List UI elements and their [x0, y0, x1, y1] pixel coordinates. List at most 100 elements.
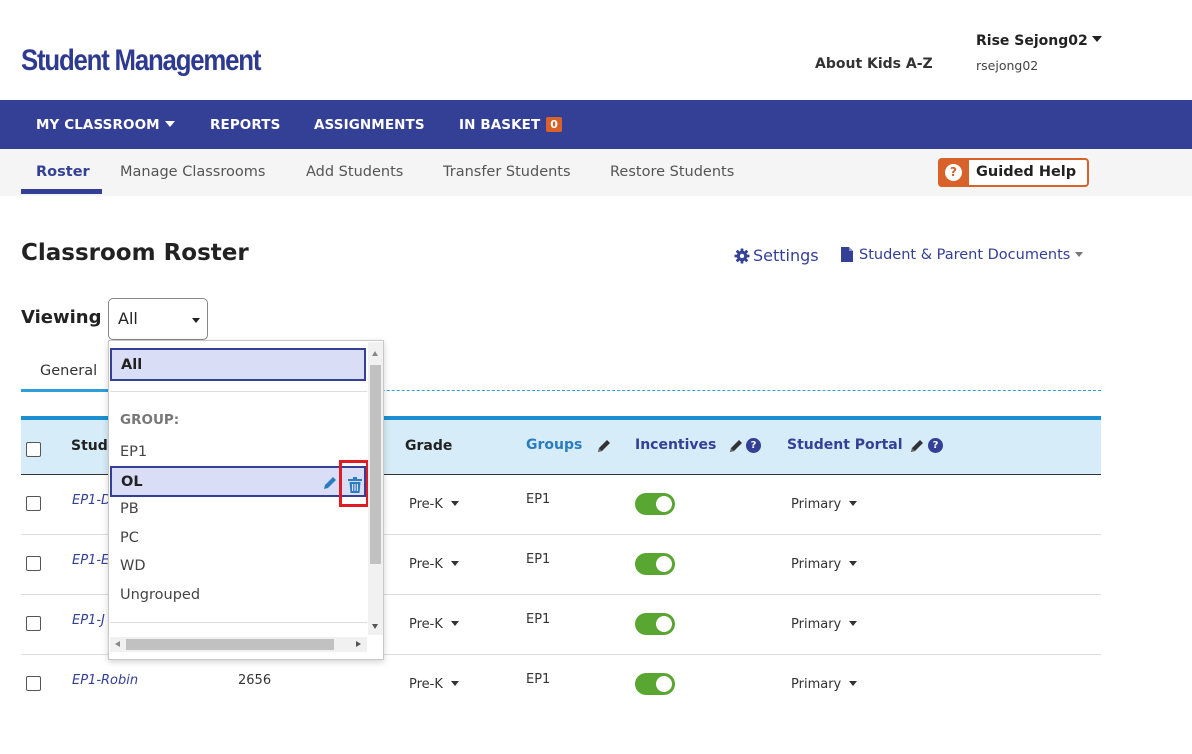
app-title: Student Management: [21, 44, 261, 77]
option-pb[interactable]: PB: [109, 496, 367, 523]
vertical-scrollbar[interactable]: [368, 342, 383, 635]
header-grade[interactable]: Grade: [405, 438, 452, 454]
caret-down-icon: [1091, 36, 1102, 42]
about-link[interactable]: About Kids A-Z: [815, 56, 933, 72]
row-checkbox[interactable]: [26, 676, 41, 691]
student-groups: EP1: [526, 672, 551, 687]
incentives-toggle[interactable]: [635, 553, 675, 575]
option-all[interactable]: All: [110, 348, 366, 381]
question-icon[interactable]: ?: [746, 438, 761, 453]
viewing-dropdown-list: All GROUP: EP1 OL PB PC WD Ungrouped: [108, 340, 384, 660]
portal-select[interactable]: Primary: [791, 497, 858, 512]
divider: [110, 622, 367, 623]
student-groups: EP1: [526, 612, 551, 627]
student-password: 2656: [238, 673, 272, 688]
incentives-toggle[interactable]: [635, 493, 675, 515]
page-title: Classroom Roster: [21, 240, 249, 266]
caret-down-icon: [164, 121, 175, 127]
question-icon: ?: [938, 158, 969, 187]
student-name[interactable]: EP1-J: [72, 613, 105, 628]
select-all-checkbox[interactable]: [26, 442, 41, 457]
student-name[interactable]: EP1-D: [72, 493, 111, 508]
question-icon[interactable]: ?: [928, 438, 943, 453]
in-basket-count-badge: 0: [546, 117, 563, 132]
option-wd[interactable]: WD: [109, 553, 367, 580]
nav-reports[interactable]: REPORTS: [210, 117, 280, 133]
scroll-thumb[interactable]: [126, 639, 334, 650]
tab-manage-classrooms[interactable]: Manage Classrooms: [120, 164, 265, 180]
trash-icon[interactable]: [348, 477, 362, 493]
caret-down-icon: [450, 621, 459, 626]
guided-help-button[interactable]: ? Guided Help: [938, 158, 1089, 187]
portal-select[interactable]: Primary: [791, 557, 858, 572]
user-menu[interactable]: Rise Sejong02: [976, 33, 1102, 49]
horizontal-scrollbar[interactable]: [110, 637, 367, 652]
tab-transfer-students[interactable]: Transfer Students: [443, 164, 571, 180]
nav-label: IN BASKET: [459, 117, 541, 133]
pencil-icon[interactable]: [322, 475, 338, 491]
portal-select[interactable]: Primary: [791, 677, 858, 692]
caret-down-icon: [849, 501, 858, 506]
option-ol[interactable]: OL: [110, 460, 369, 507]
tab-general-label: General: [40, 363, 98, 379]
caret-down-icon: [1075, 252, 1084, 257]
scroll-thumb[interactable]: [370, 365, 381, 564]
caret-down-icon: [849, 621, 858, 626]
document-icon: [841, 247, 853, 262]
student-name[interactable]: EP1-Robin: [72, 673, 138, 688]
portal-select[interactable]: Primary: [791, 617, 858, 632]
pencil-icon[interactable]: [596, 438, 612, 454]
nav-label: MY CLASSROOM: [36, 117, 160, 133]
pencil-icon[interactable]: [728, 438, 744, 454]
nav-my-classroom[interactable]: MY CLASSROOM: [36, 117, 175, 133]
caret-down-icon: [849, 561, 858, 566]
scroll-down-icon[interactable]: [372, 624, 378, 629]
grade-select[interactable]: Pre-K: [409, 677, 459, 692]
caret-down-icon: [450, 681, 459, 686]
tab-general[interactable]: General: [21, 362, 108, 392]
caret-down-icon: [192, 318, 200, 323]
header-incentives[interactable]: Incentives: [635, 437, 716, 453]
option-label: OL: [121, 474, 143, 490]
option-pc[interactable]: PC: [109, 525, 367, 552]
tab-add-students[interactable]: Add Students: [306, 164, 403, 180]
incentives-toggle[interactable]: [635, 673, 675, 695]
nav-in-basket[interactable]: IN BASKET 0: [459, 117, 563, 133]
option-ep1[interactable]: EP1: [109, 439, 367, 466]
viewing-select[interactable]: All: [108, 298, 208, 340]
divider: [110, 391, 367, 392]
user-login: rsejong02: [976, 58, 1039, 73]
option-ungrouped[interactable]: Ungrouped: [109, 582, 367, 609]
documents-menu[interactable]: Student & Parent Documents: [841, 247, 1084, 263]
tab-roster[interactable]: Roster: [36, 164, 90, 180]
gear-icon: [734, 248, 750, 264]
settings-link[interactable]: Settings: [734, 246, 819, 265]
table-row: EP1-Robin 2656 Pre-K EP1 Primary: [21, 655, 1101, 715]
header-student-portal[interactable]: Student Portal: [787, 437, 903, 453]
scroll-up-icon[interactable]: [372, 351, 378, 356]
row-checkbox[interactable]: [26, 616, 41, 631]
student-groups: EP1: [526, 492, 551, 507]
active-tab-indicator: [21, 189, 102, 194]
row-checkbox[interactable]: [26, 496, 41, 511]
sub-nav: Roster Manage Classrooms Add Students Tr…: [0, 149, 1192, 196]
scroll-right-icon[interactable]: [356, 641, 361, 647]
tab-restore-students[interactable]: Restore Students: [610, 164, 734, 180]
header-groups[interactable]: Groups: [526, 437, 582, 453]
guided-help-label: Guided Help: [976, 164, 1077, 180]
viewing-label: Viewing: [21, 307, 102, 328]
scroll-left-icon[interactable]: [115, 641, 120, 647]
caret-down-icon: [450, 501, 459, 506]
pencil-icon[interactable]: [909, 438, 925, 454]
grade-select[interactable]: Pre-K: [409, 557, 459, 572]
viewing-value: All: [118, 309, 138, 328]
grade-select[interactable]: Pre-K: [409, 497, 459, 512]
caret-down-icon: [450, 561, 459, 566]
user-name: Rise Sejong02: [976, 33, 1088, 49]
row-checkbox[interactable]: [26, 556, 41, 571]
caret-down-icon: [849, 681, 858, 686]
nav-assignments[interactable]: ASSIGNMENTS: [314, 117, 425, 133]
grade-select[interactable]: Pre-K: [409, 617, 459, 632]
incentives-toggle[interactable]: [635, 613, 675, 635]
student-name[interactable]: EP1-E: [72, 553, 109, 568]
